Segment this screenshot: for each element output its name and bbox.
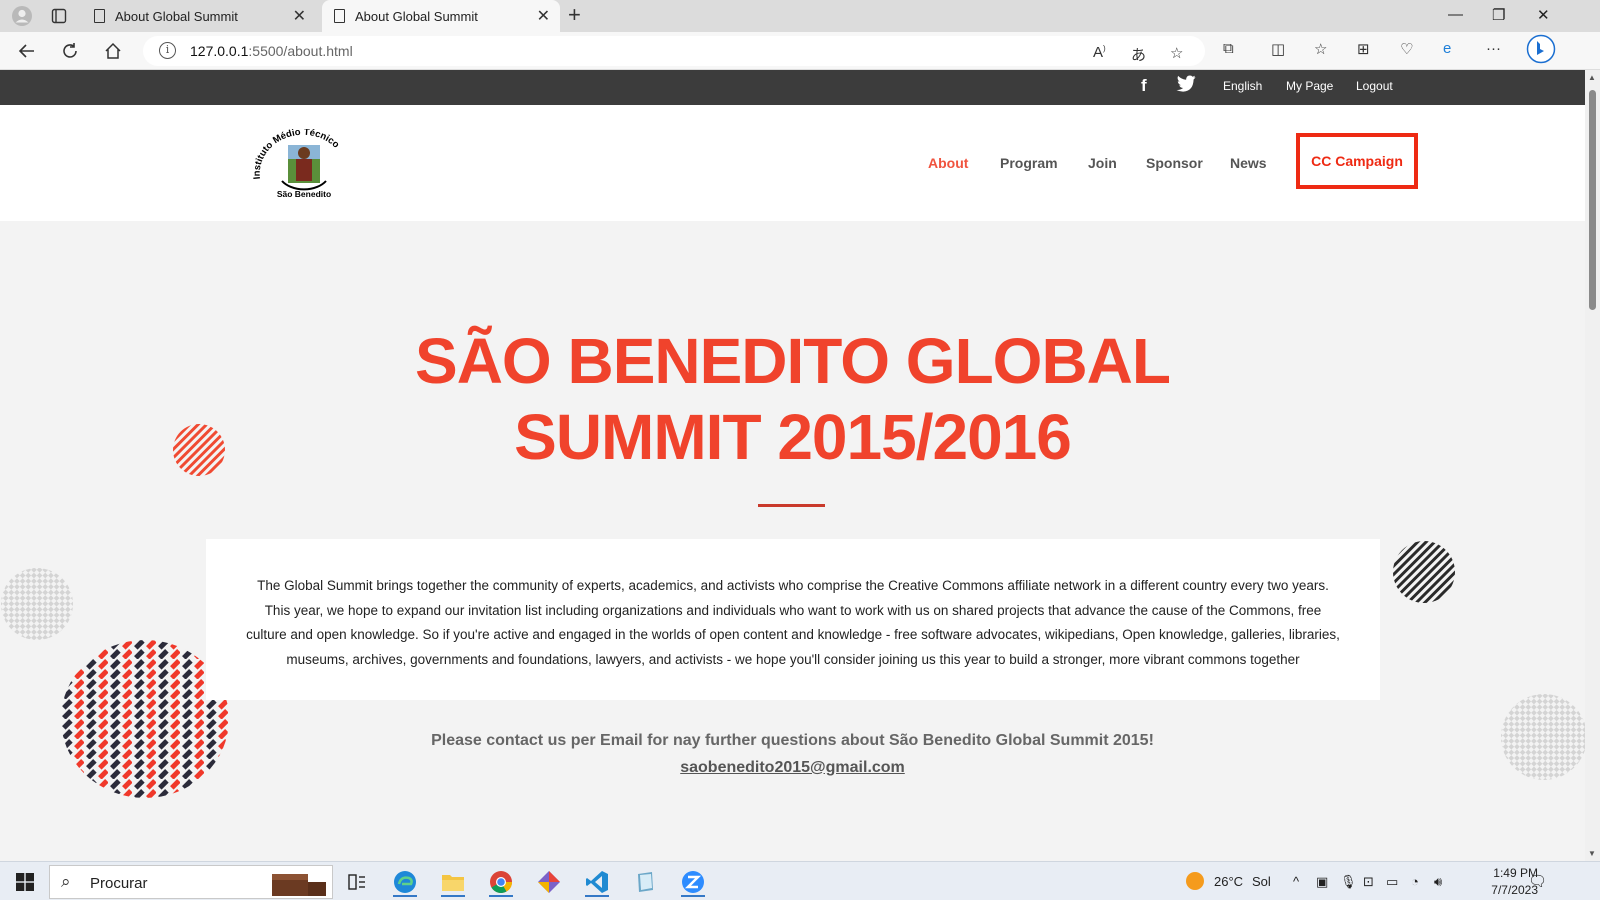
volume-icon[interactable]: 🔊︎ xyxy=(1434,874,1442,890)
site-info-icon[interactable]: i xyxy=(159,42,176,59)
about-text-line: This year, we hope to expand our invitat… xyxy=(264,602,1322,618)
minimize-icon[interactable]: — xyxy=(1448,6,1463,23)
page-title: SÃO BENEDITO GLOBAL SUMMIT 2015/2016 xyxy=(300,323,1285,475)
site-top-bar: f English My Page Logout xyxy=(0,70,1585,105)
decor-checker-circle-right xyxy=(1501,694,1585,780)
notepad-icon[interactable] xyxy=(625,866,665,898)
svg-text:São Benedito: São Benedito xyxy=(277,189,331,199)
cc-campaign-button[interactable]: CC Campaign xyxy=(1296,133,1418,189)
windows-taskbar: ⌕ Procurar 26°C Sol ^ ▣ 🎙︎ ⊡ ▭ ◔ 🔊︎ 1:49… xyxy=(0,861,1600,900)
tab-title: About Global Summit xyxy=(115,8,238,24)
main-content: SÃO BENEDITO GLOBAL SUMMIT 2015/2016 The… xyxy=(0,221,1585,861)
email-link[interactable]: saobenedito2015@gmail.com xyxy=(300,759,1285,777)
title-line-1: SÃO BENEDITO GLOBAL xyxy=(415,325,1171,397)
tab-actions-icon[interactable] xyxy=(45,4,73,28)
notifications-icon[interactable]: 🗨︎ xyxy=(1528,872,1547,890)
vscode-icon[interactable] xyxy=(577,866,617,898)
edge-app-icon[interactable]: e xyxy=(1443,40,1451,57)
language-link[interactable]: English xyxy=(1223,79,1262,93)
nav-about[interactable]: About xyxy=(928,155,968,171)
windows-start-icon[interactable] xyxy=(16,873,34,891)
reload-icon[interactable] xyxy=(57,39,83,63)
profile-icon[interactable] xyxy=(8,4,36,28)
more-menu-icon[interactable]: ··· xyxy=(1486,40,1501,57)
microphone-icon[interactable]: 🎙︎ xyxy=(1340,874,1357,890)
about-text-line: museums, archives, governments and found… xyxy=(286,651,1300,667)
chrome-icon[interactable] xyxy=(481,866,521,898)
title-divider xyxy=(758,504,825,507)
battery-icon[interactable]: ▭ xyxy=(1386,874,1398,890)
page-icon xyxy=(94,9,105,23)
decor-striped-circle-red xyxy=(173,424,225,476)
show-hidden-icons-chevron-icon[interactable]: ^ xyxy=(1293,874,1299,889)
performance-icon[interactable]: ♡ xyxy=(1400,40,1413,58)
about-text-line: culture and open knowledge. So if you're… xyxy=(246,627,1340,642)
search-placeholder: Procurar xyxy=(90,875,148,892)
nav-sponsor[interactable]: Sponsor xyxy=(1146,155,1203,171)
about-text-box: The Global Summit brings together the co… xyxy=(206,539,1380,700)
weather-condition[interactable]: Sol xyxy=(1252,874,1271,889)
home-icon[interactable] xyxy=(100,39,126,63)
favorites-icon[interactable]: ☆ xyxy=(1314,40,1327,58)
translate-icon[interactable]: あ xyxy=(1131,44,1146,65)
page-icon xyxy=(334,9,345,23)
zoom-icon[interactable] xyxy=(673,866,713,898)
read-aloud-icon[interactable]: A) xyxy=(1093,44,1106,61)
scroll-down-icon[interactable]: ▼ xyxy=(1588,849,1596,858)
nav-program[interactable]: Program xyxy=(1000,155,1058,171)
tab-close-icon[interactable]: ✕ xyxy=(537,6,550,26)
tab-title: About Global Summit xyxy=(355,8,478,24)
about-text-line: The Global Summit brings together the co… xyxy=(257,578,1329,593)
extensions-icon[interactable]: ⧉ xyxy=(1223,40,1234,57)
split-screen-icon[interactable]: ◫ xyxy=(1271,40,1285,58)
close-window-icon[interactable]: ✕ xyxy=(1537,6,1550,24)
weather-temperature[interactable]: 26°C xyxy=(1214,874,1243,889)
scroll-thumb[interactable] xyxy=(1589,90,1596,310)
contact-text: Please contact us per Email for nay furt… xyxy=(431,732,1154,749)
email-address[interactable]: saobenedito2015@gmail.com xyxy=(680,759,905,776)
search-icon: ⌕ xyxy=(61,872,71,891)
institute-logo[interactable]: Instituto Médio Técnico São Benedito xyxy=(250,127,358,201)
scroll-up-icon[interactable]: ▲ xyxy=(1588,73,1596,82)
decor-checker-circle-left xyxy=(1,568,73,640)
favorite-star-icon[interactable]: ☆ xyxy=(1170,44,1183,62)
browser-tab-2[interactable]: About Global Summit ✕ xyxy=(322,0,560,32)
file-explorer-icon[interactable] xyxy=(433,866,473,898)
restore-icon[interactable]: ❐ xyxy=(1492,6,1505,24)
tab-close-icon[interactable]: ✕ xyxy=(293,6,306,26)
facebook-icon[interactable]: f xyxy=(1141,76,1147,96)
page-scrollbar[interactable]: ▲ ▼ xyxy=(1585,70,1600,861)
nav-join[interactable]: Join xyxy=(1088,155,1117,171)
browser-tab-strip: About Global Summit ✕ About Global Summi… xyxy=(0,0,1600,32)
decor-dash-pattern-circle xyxy=(61,640,229,798)
browser-toolbar: i 127.0.0.1:5500/about.html A) あ ☆ ⧉ ◫ ☆… xyxy=(0,32,1600,70)
task-view-icon[interactable] xyxy=(337,866,377,898)
logout-link[interactable]: Logout xyxy=(1356,79,1393,93)
decor-striped-circle-dark xyxy=(1393,541,1455,603)
my-page-link[interactable]: My Page xyxy=(1286,79,1333,93)
search-highlight-image xyxy=(272,874,326,896)
nav-news[interactable]: News xyxy=(1230,155,1267,171)
site-header: Instituto Médio Técnico São Benedito Abo… xyxy=(0,105,1585,221)
back-icon[interactable] xyxy=(14,39,40,63)
new-tab-icon[interactable]: + xyxy=(568,4,581,26)
camera-icon[interactable]: ⊡ xyxy=(1363,874,1374,890)
browser-tab-1[interactable]: About Global Summit ✕ xyxy=(82,0,316,32)
address-bar[interactable]: i 127.0.0.1:5500/about.html A) あ ☆ xyxy=(143,36,1205,66)
weather-sun-icon[interactable] xyxy=(1185,871,1205,891)
url-text[interactable]: 127.0.0.1:5500/about.html xyxy=(190,43,353,59)
wifi-icon[interactable]: ◔ xyxy=(1411,874,1419,889)
taskbar-search[interactable]: ⌕ Procurar xyxy=(49,865,333,899)
meet-now-icon[interactable]: ▣ xyxy=(1316,874,1328,890)
title-line-2: SUMMIT 2015/2016 xyxy=(514,401,1072,473)
git-app-icon[interactable] xyxy=(529,866,569,898)
bing-chat-icon[interactable] xyxy=(1526,34,1556,68)
collections-icon[interactable]: ⊞ xyxy=(1357,40,1370,58)
cc-campaign-label: CC Campaign xyxy=(1311,153,1403,169)
edge-taskbar-icon[interactable] xyxy=(385,866,425,898)
twitter-icon[interactable] xyxy=(1176,75,1196,95)
